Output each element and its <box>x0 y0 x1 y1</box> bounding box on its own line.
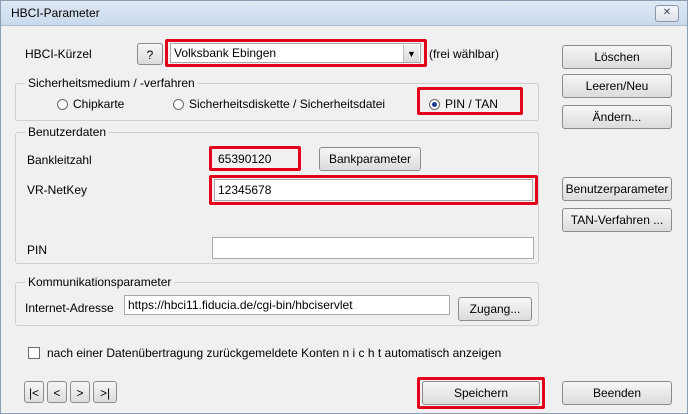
radio-sicherheitsdatei[interactable] <box>173 99 184 110</box>
tan-methods-button[interactable]: TAN-Verfahren ... <box>562 208 672 232</box>
clear-new-button[interactable]: Leeren/Neu <box>562 74 672 98</box>
highlight-pin-tan <box>417 87 523 115</box>
access-button[interactable]: Zugang... <box>458 297 532 321</box>
highlight-hbci-kuerzel <box>165 39 427 67</box>
security-legend: Sicherheitsmedium / -verfahren <box>25 76 198 90</box>
highlight-save <box>417 377 545 409</box>
auto-display-checkbox[interactable] <box>28 347 40 359</box>
radio-chipkarte-label: Chipkarte <box>73 97 125 111</box>
nav-next-button[interactable]: > <box>70 381 90 403</box>
exit-button[interactable]: Beenden <box>562 381 672 405</box>
highlight-netkey <box>209 175 538 205</box>
hbci-parameter-dialog: HBCI-Parameter ✕ HBCI-Kürzel ? Volksbank… <box>0 0 688 414</box>
free-choice-hint: (frei wählbar) <box>429 47 500 61</box>
auto-display-checkbox-label: nach einer Datenübertragung zurückgemeld… <box>47 346 502 360</box>
close-icon[interactable]: ✕ <box>655 5 679 22</box>
hbci-kuerzel-label: HBCI-Kürzel <box>25 47 92 61</box>
blz-label: Bankleitzahl <box>27 153 92 167</box>
bankparameter-button[interactable]: Bankparameter <box>319 147 421 171</box>
user-data-legend: Benutzerdaten <box>25 125 110 139</box>
radio-chipkarte[interactable] <box>57 99 68 110</box>
nav-last-button[interactable]: >| <box>93 381 117 403</box>
nav-first-button[interactable]: |< <box>24 381 44 403</box>
internet-address-label: Internet-Adresse <box>25 301 114 315</box>
change-button[interactable]: Ändern... <box>562 105 672 129</box>
internet-address-value: https://hbci11.fiducia.de/cgi-bin/hbcise… <box>128 298 353 312</box>
pin-label: PIN <box>27 243 48 257</box>
nav-prev-button[interactable]: < <box>47 381 67 403</box>
user-parameters-button[interactable]: Benutzerparameter <box>562 177 672 201</box>
radio-sicherheitsdatei-label: Sicherheitsdiskette / Sicherheitsdatei <box>189 97 386 111</box>
internet-address-field[interactable]: https://hbci11.fiducia.de/cgi-bin/hbcise… <box>124 295 450 315</box>
title-bar: HBCI-Parameter ✕ <box>1 1 687 26</box>
communication-legend: Kommunikationsparameter <box>25 275 175 289</box>
delete-button[interactable]: Löschen <box>562 45 672 69</box>
pin-field[interactable] <box>212 237 534 259</box>
window-title: HBCI-Parameter <box>11 6 100 20</box>
netkey-label: VR-NetKey <box>27 183 88 197</box>
highlight-blz <box>209 146 301 171</box>
help-button[interactable]: ? <box>137 43 163 65</box>
